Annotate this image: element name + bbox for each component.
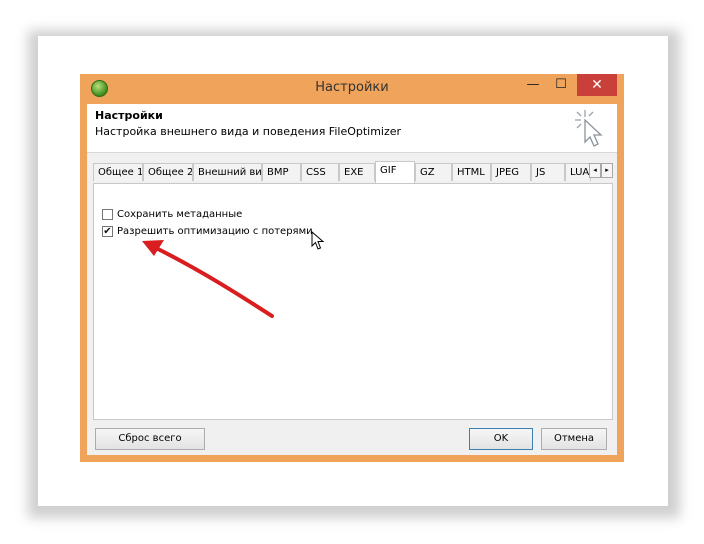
reset-all-button[interactable]: Сброс всего (95, 428, 205, 450)
settings-cursor-icon (575, 110, 603, 147)
annotation-arrow (142, 240, 274, 318)
header-title: Настройки (95, 109, 163, 122)
dialog-client: Настройки Настройка внешнего вида и пове… (87, 104, 617, 455)
tab-general-2[interactable]: Общее 2 (143, 163, 193, 181)
tab-appearance[interactable]: Внешний вид (193, 163, 262, 181)
tab-jpeg[interactable]: JPEG (491, 163, 531, 181)
gif-tab-panel: Сохранить метаданные ✔ Разрешить оптимиз… (93, 183, 613, 420)
mouse-cursor-icon (311, 231, 325, 250)
minimize-button[interactable]: — (519, 74, 547, 96)
keep-metadata-checkbox[interactable] (102, 208, 113, 220)
tab-js[interactable]: JS (531, 163, 565, 181)
tab-css[interactable]: CSS (301, 163, 339, 181)
tab-general-1[interactable]: Общее 1 (93, 163, 143, 181)
tab-lua[interactable]: LUA (565, 163, 591, 181)
title-bar[interactable]: Настройки — ☐ ✕ (87, 74, 617, 104)
allow-lossy-checkbox[interactable]: ✔ (102, 225, 113, 237)
cancel-button[interactable]: Отмена (541, 428, 607, 450)
tab-scroll-right-button[interactable]: ▸ (601, 163, 613, 178)
close-button[interactable]: ✕ (577, 74, 617, 96)
tab-strip: Общее 1 Общее 2 Внешний вид BMP CSS EXE … (93, 161, 613, 183)
tab-scroll-left-button[interactable]: ◂ (589, 163, 601, 178)
ok-button[interactable]: OK (469, 428, 533, 450)
tab-exe[interactable]: EXE (339, 163, 375, 181)
tab-html[interactable]: HTML (452, 163, 491, 181)
dialog-header: Настройки Настройка внешнего вида и пове… (87, 104, 617, 153)
tab-bmp[interactable]: BMP (262, 163, 301, 181)
tab-gif[interactable]: GIF (375, 161, 415, 183)
settings-window: Настройки — ☐ ✕ Настройки Настройка внеш… (80, 74, 624, 462)
maximize-button[interactable]: ☐ (547, 74, 575, 96)
tab-gz[interactable]: GZ (415, 163, 452, 181)
header-description: Настройка внешнего вида и поведения File… (95, 125, 402, 138)
